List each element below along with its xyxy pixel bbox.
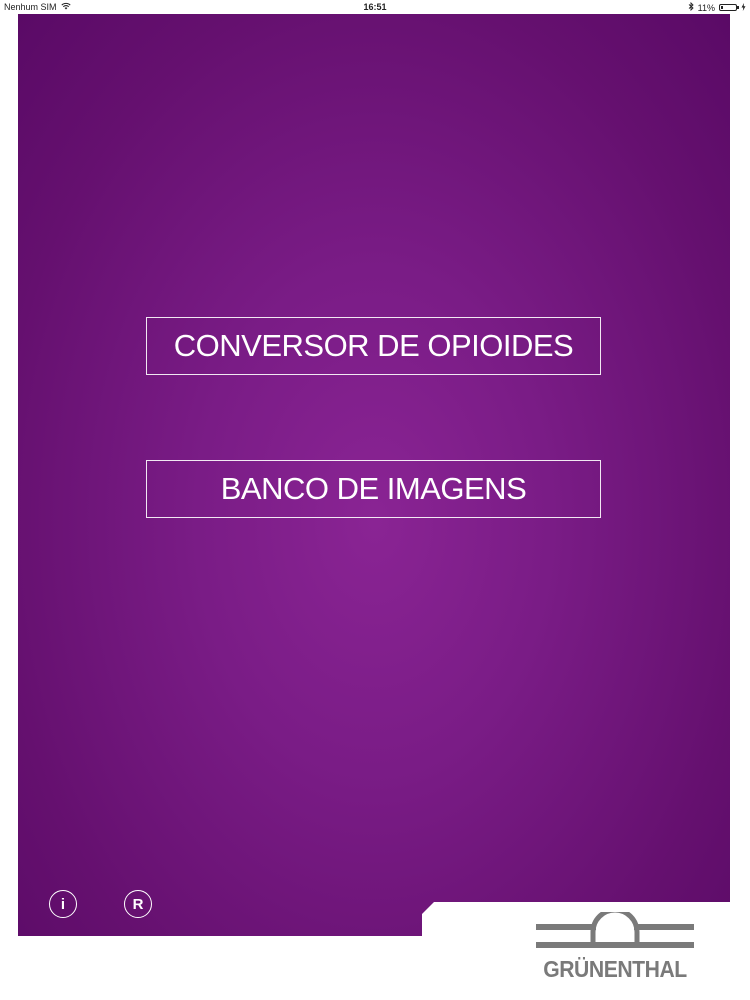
registered-icon: R — [132, 895, 144, 913]
image-bank-button[interactable]: BANCO DE IMAGENS — [146, 460, 601, 518]
charging-icon — [741, 2, 746, 13]
battery-icon — [719, 4, 739, 11]
status-bar: Nenhum SIM 16:51 11% — [0, 0, 750, 14]
bluetooth-icon — [688, 1, 694, 13]
registered-button[interactable]: R — [124, 890, 152, 918]
status-right: 11% — [688, 1, 746, 13]
image-bank-label: BANCO DE IMAGENS — [220, 471, 527, 506]
opioid-converter-button[interactable]: CONVERSOR DE OPIOIDES — [146, 317, 601, 375]
clock: 16:51 — [363, 2, 387, 12]
grunenthal-logo: GRÜNENTHAL — [536, 907, 694, 992]
opioid-converter-label: CONVERSOR DE OPIOIDES — [173, 328, 574, 363]
battery-percent: 11% — [697, 2, 715, 13]
logo-mark-icon — [536, 907, 694, 948]
logo-text: GRÜNENTHAL — [543, 956, 687, 982]
info-button[interactable]: i — [49, 890, 77, 918]
info-icon: i — [60, 895, 66, 913]
